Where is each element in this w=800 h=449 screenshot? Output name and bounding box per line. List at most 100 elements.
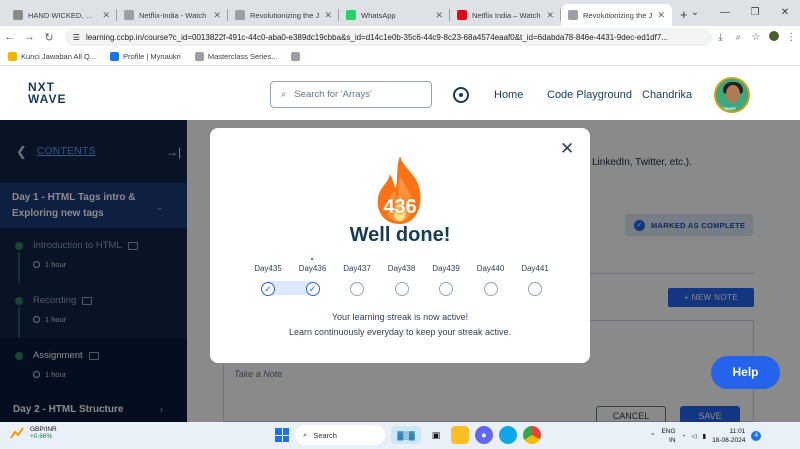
meet-icon[interactable]: ●	[475, 426, 493, 444]
system-tray: ⌃ ENG IN ◔ ◁ ▮ 11:01 18-08-2024 4	[650, 427, 762, 445]
bookmark-item[interactable]: Masterclass Series...	[194, 52, 278, 61]
logo-line2: WAVE	[28, 92, 67, 106]
empty-circle-icon	[350, 282, 364, 296]
tab-favicon-icon	[346, 10, 356, 20]
empty-circle-icon	[528, 282, 542, 296]
forward-icon[interactable]: →	[20, 31, 40, 43]
search-input[interactable]: ⌕ Search for 'Arrays'	[270, 81, 432, 108]
profile-icon[interactable]	[765, 30, 783, 44]
bookmark-label: Masterclass Series...	[207, 52, 278, 61]
bookmark-favicon-icon	[194, 52, 204, 61]
widget-value: +0.66%	[30, 433, 53, 440]
site-header: NXT WAVE ⌕ Search for 'Arrays' Home Code…	[0, 67, 800, 120]
url-field[interactable]: ☰ learning.ccbp.in/course?c_id=0013822f-…	[64, 28, 712, 46]
search-icon: ⌕	[303, 430, 308, 439]
nav-code-playground[interactable]: Code Playground	[547, 89, 632, 101]
clock[interactable]: 11:01 18-08-2024	[712, 427, 745, 445]
nav-home[interactable]: Home	[494, 89, 523, 101]
bookmark-favicon-icon	[110, 52, 120, 61]
bookmark-favicon-icon	[291, 52, 301, 61]
browser-tab[interactable]: Netflix-India - Watch ✕	[117, 4, 228, 26]
tab-search-icon[interactable]: ⌄	[680, 0, 710, 24]
bookmark-item[interactable]: Profile | Mynaukri	[110, 52, 181, 61]
tab-favicon-icon	[457, 10, 467, 20]
browser-tab[interactable]: WhatsApp ✕	[339, 4, 450, 26]
tab-close-icon[interactable]: ✕	[102, 10, 110, 21]
clock-date: 18-08-2024	[712, 437, 746, 444]
nav-user-name[interactable]: Chandrika	[642, 89, 692, 101]
streak-day-label: Day441	[521, 264, 549, 273]
avatar-face	[726, 85, 740, 103]
search-placeholder: Search for 'Arrays'	[294, 89, 372, 100]
site-info-icon[interactable]: ☰	[73, 33, 80, 42]
streak-day: Day439	[426, 264, 466, 296]
streak-day: Day438	[382, 264, 422, 296]
bookmark-favicon-icon	[8, 52, 17, 61]
taskbar-search[interactable]: ⌕ Search	[295, 425, 385, 445]
chrome-icon[interactable]	[523, 426, 541, 444]
battery-icon[interactable]: ▮	[702, 432, 706, 440]
tab-title: Netflix India – Watch	[472, 10, 541, 20]
currency-widget[interactable]: GBP/INR +0.66%	[10, 426, 57, 440]
edge-icon[interactable]	[499, 426, 517, 444]
modal-heading: Well done!	[349, 224, 451, 246]
streak-days: Day435 ✓ Day436 ✓ Day437 Day438 Day439 Day440 Da…	[250, 264, 550, 300]
check-circle-icon: ✓	[305, 282, 320, 296]
streak-count: 436	[383, 196, 417, 218]
bookmarks-bar: Kunci Jawaban All Q... Profile | Mynaukri…	[0, 48, 800, 66]
browser-tab[interactable]: Revolutionizing the J ✕	[561, 4, 672, 26]
help-button[interactable]: Help	[711, 356, 780, 389]
chart-up-icon	[10, 427, 24, 439]
tab-close-icon[interactable]: ✕	[213, 10, 221, 21]
file-explorer-icon[interactable]	[451, 426, 469, 444]
taskbar-search-label: Search	[313, 430, 337, 440]
restore-icon[interactable]: ❐	[740, 0, 770, 24]
empty-circle-icon	[394, 282, 409, 296]
wifi-icon[interactable]: ◔	[682, 433, 686, 440]
close-icon[interactable]: ✕	[560, 140, 574, 157]
skyline-widget-icon[interactable]: ▓▒▓	[391, 426, 421, 444]
minimize-icon[interactable]: —	[710, 0, 740, 24]
chevron-up-icon[interactable]: ⌃	[650, 432, 655, 440]
browser-tab[interactable]: HAND WICKED, HAND ✕	[6, 4, 117, 26]
streak-day: Day440	[471, 264, 511, 296]
taskbar-apps: ⌕ Search ▓▒▓ ▣ ●	[275, 425, 541, 445]
tab-close-icon[interactable]: ✕	[435, 10, 443, 21]
volume-icon[interactable]: ◁	[691, 432, 696, 440]
task-view-icon[interactable]: ▣	[427, 426, 445, 444]
streak-day-label: Day436	[298, 264, 327, 273]
tab-close-icon[interactable]: ✕	[546, 10, 554, 21]
taskbar: GBP/INR +0.66% ⌕ Search ▓▒▓ ▣ ● ⌃ ENG IN…	[0, 422, 800, 449]
tab-favicon-icon	[235, 10, 245, 20]
streak-day: Day437	[337, 264, 377, 296]
zoom-icon[interactable]: ⌕	[729, 32, 747, 43]
back-icon[interactable]: ←	[0, 31, 20, 43]
avatar[interactable]: SMART	[714, 77, 750, 113]
window-controls: ⌄ — ❐ ✕	[680, 0, 800, 24]
install-icon[interactable]: ⤓	[712, 32, 730, 43]
bookmark-item[interactable]: Kunci Jawaban All Q...	[8, 52, 96, 61]
streak-message-line2: Learn continuously everyday to keep your…	[288, 327, 512, 337]
empty-circle-icon	[439, 282, 453, 296]
streak-day: Day436 ✓	[293, 264, 333, 296]
windows-start-icon[interactable]	[275, 428, 289, 442]
language-indicator[interactable]: ENG IN	[661, 427, 675, 445]
notification-badge[interactable]: 4	[751, 431, 762, 441]
browser-tab[interactable]: Netflix India – Watch ✕	[450, 4, 561, 26]
tab-favicon-icon	[13, 10, 23, 20]
widget-title: GBP/INR	[30, 426, 57, 433]
streak-message-line1: Your learning streak is now active!	[331, 312, 469, 322]
streak-day-label: Day435	[254, 264, 282, 273]
reload-icon[interactable]: ↻	[39, 31, 59, 44]
close-window-icon[interactable]: ✕	[770, 0, 800, 24]
bookmark-item[interactable]	[291, 52, 304, 61]
menu-icon[interactable]: ⋮	[782, 32, 800, 43]
tab-title: HAND WICKED, HAND	[28, 10, 97, 20]
nxtwave-logo[interactable]: NXT WAVE	[28, 81, 88, 109]
browser-tab[interactable]: Revolutionizing the J ✕	[228, 4, 339, 26]
tab-close-icon[interactable]: ✕	[657, 10, 665, 21]
bookmark-star-icon[interactable]: ☆	[747, 32, 765, 43]
stopwatch-icon[interactable]	[453, 87, 469, 103]
tab-close-icon[interactable]: ✕	[324, 10, 332, 21]
marker-dot	[311, 258, 313, 260]
